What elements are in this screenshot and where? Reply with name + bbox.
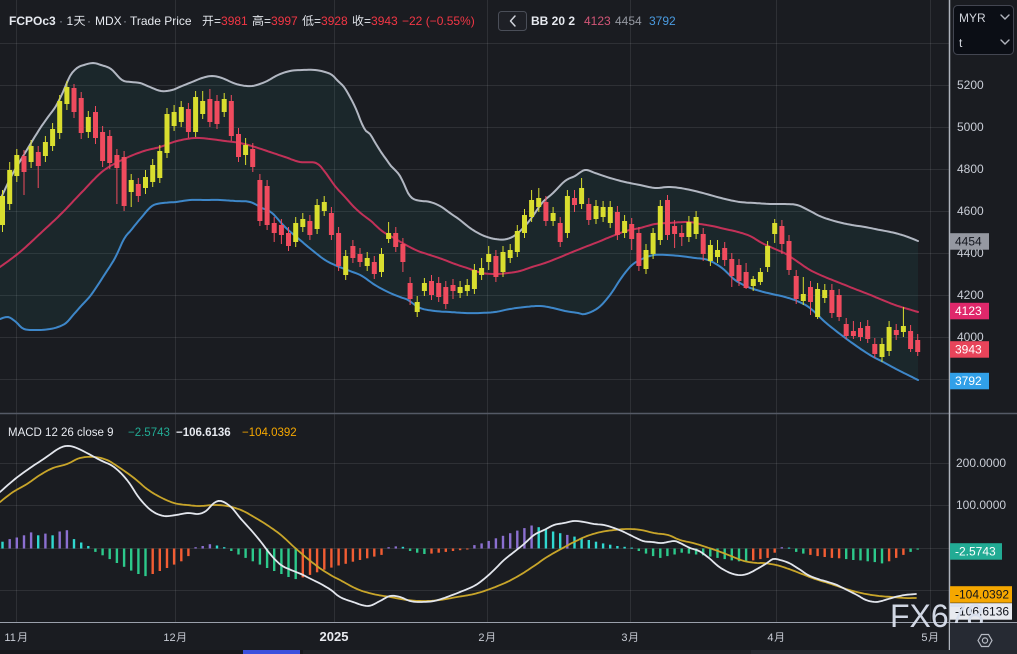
svg-text:·: · (59, 14, 63, 28)
svg-text:·: · (123, 14, 127, 28)
svg-text:100.0000: 100.0000 (956, 498, 1006, 512)
svg-text:MYR: MYR (959, 11, 986, 25)
svg-text:MDX: MDX (95, 14, 122, 28)
svg-text:BB 20 2: BB 20 2 (531, 14, 575, 28)
svg-text:=3997: =3997 (264, 14, 298, 28)
svg-text:·: · (87, 14, 91, 28)
svg-text:4800: 4800 (957, 162, 984, 176)
svg-text:11: 11 (4, 632, 15, 644)
svg-text:FCPOc3: FCPOc3 (9, 14, 56, 28)
svg-text:4200: 4200 (957, 288, 984, 302)
svg-text:4123: 4123 (955, 304, 982, 318)
svg-text:12: 12 (163, 632, 175, 644)
svg-text:2025: 2025 (320, 629, 349, 644)
svg-text:5200: 5200 (957, 78, 984, 92)
svg-text:−22 (−0.55%): −22 (−0.55%) (402, 14, 475, 28)
svg-text:-2.5743: -2.5743 (955, 545, 996, 559)
svg-text:1: 1 (67, 14, 74, 28)
svg-text:200.0000: 200.0000 (956, 456, 1006, 470)
svg-text:3: 3 (621, 632, 627, 644)
svg-text:3792: 3792 (649, 14, 676, 28)
svg-text:2: 2 (478, 632, 484, 644)
svg-text:=3928: =3928 (314, 14, 348, 28)
svg-text:4: 4 (767, 632, 773, 644)
svg-text:3943: 3943 (955, 343, 982, 357)
svg-text:4454: 4454 (615, 14, 642, 28)
svg-text:3792: 3792 (955, 374, 982, 388)
svg-text:4123: 4123 (584, 14, 611, 28)
svg-text:Trade Price: Trade Price (130, 14, 192, 28)
svg-text:=3943: =3943 (364, 14, 398, 28)
svg-text:5000: 5000 (957, 120, 984, 134)
svg-text:4600: 4600 (957, 204, 984, 218)
svg-text:=3981: =3981 (214, 14, 248, 28)
svg-text:4454: 4454 (955, 235, 982, 249)
svg-text:MACD 12 26 close 9−2.5743−106.: MACD 12 26 close 9−2.5743−106.6136−104.0… (8, 427, 297, 439)
